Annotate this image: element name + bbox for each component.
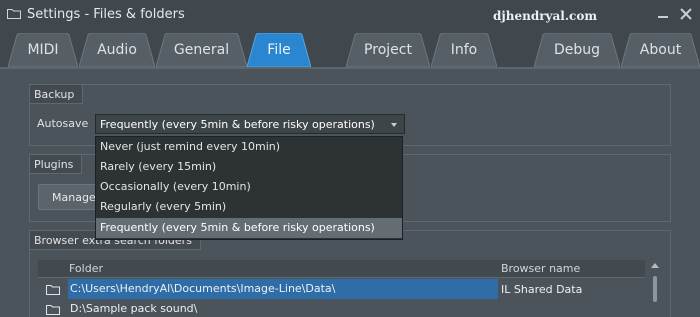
dropdown-option-regularly[interactable]: Regularly (every 5min) [96,197,402,217]
tab-label: Project [364,42,412,58]
tab-file[interactable]: File [247,33,311,67]
autosave-label: Autosave [37,117,89,130]
folder-icon [46,285,60,295]
folder-icon [46,305,60,315]
tab-label: File [267,42,291,58]
autosave-dropdown-list: Never (just remind every 10min) Rarely (… [95,136,403,240]
folder-path[interactable]: D:\Sample pack sound\ [68,299,199,317]
close-icon [680,8,692,20]
autosave-selected-value: Frequently (every 5min & before risky op… [100,118,375,131]
tab-label: Audio [97,42,137,58]
tab-label: MIDI [27,42,59,58]
plugins-group-title: Plugins [30,155,83,174]
watermark-text: djhendryal.com [493,9,598,23]
folder-icon [7,9,21,19]
tab-info[interactable]: Info [431,33,497,67]
folder-path[interactable]: C:\Users\HendryAl\Documents\Image-Line\D… [68,279,498,299]
chevron-down-icon [391,123,397,127]
tab-label: Info [450,42,478,58]
tab-midi[interactable]: MIDI [8,33,78,67]
backup-group-title: Backup [30,85,84,104]
column-header-browser-name[interactable]: Browser name [501,262,580,275]
window-title: Settings - Files & folders [27,7,185,22]
column-header-folder[interactable]: Folder [69,262,103,275]
dropdown-option-rarely[interactable]: Rarely (every 15min) [96,157,402,177]
table-row[interactable]: D:\Sample pack sound\ [38,299,645,317]
scrollbar-thumb[interactable] [653,276,657,302]
close-button[interactable] [677,5,695,23]
tab-project[interactable]: Project [346,33,430,67]
autosave-select[interactable]: Frequently (every 5min & before risky op… [95,114,405,134]
dropdown-option-occasionally[interactable]: Occasionally (every 10min) [96,177,402,197]
table-row[interactable]: C:\Users\HendryAl\Documents\Image-Line\D… [38,279,645,300]
manage-button-label: Manage [52,191,96,204]
dropdown-option-frequently[interactable]: Frequently (every 5min & before risky op… [96,218,402,238]
tab-general[interactable]: General [156,33,247,67]
minimize-button[interactable] [654,5,672,23]
tab-label: About [639,42,682,58]
tab-strip: MIDI Audio General File Project Info Deb… [0,30,700,67]
folders-scrollbar[interactable] [648,272,662,317]
tab-label: General [173,42,230,58]
tab-label: Debug [553,42,601,58]
folders-table-header: Folder Browser name [38,260,645,278]
manage-plugins-button[interactable]: Manage [38,184,100,210]
browser-name[interactable]: IL Shared Data [501,283,582,296]
tab-about[interactable]: About [621,33,700,67]
scroll-up-arrow-icon[interactable] [651,263,659,268]
tab-audio[interactable]: Audio [79,33,155,67]
title-bar: Settings - Files & folders djhendryal.co… [0,0,700,30]
minimize-icon [658,16,668,18]
tab-debug[interactable]: Debug [534,33,620,67]
dropdown-option-never[interactable]: Never (just remind every 10min) [96,137,402,157]
